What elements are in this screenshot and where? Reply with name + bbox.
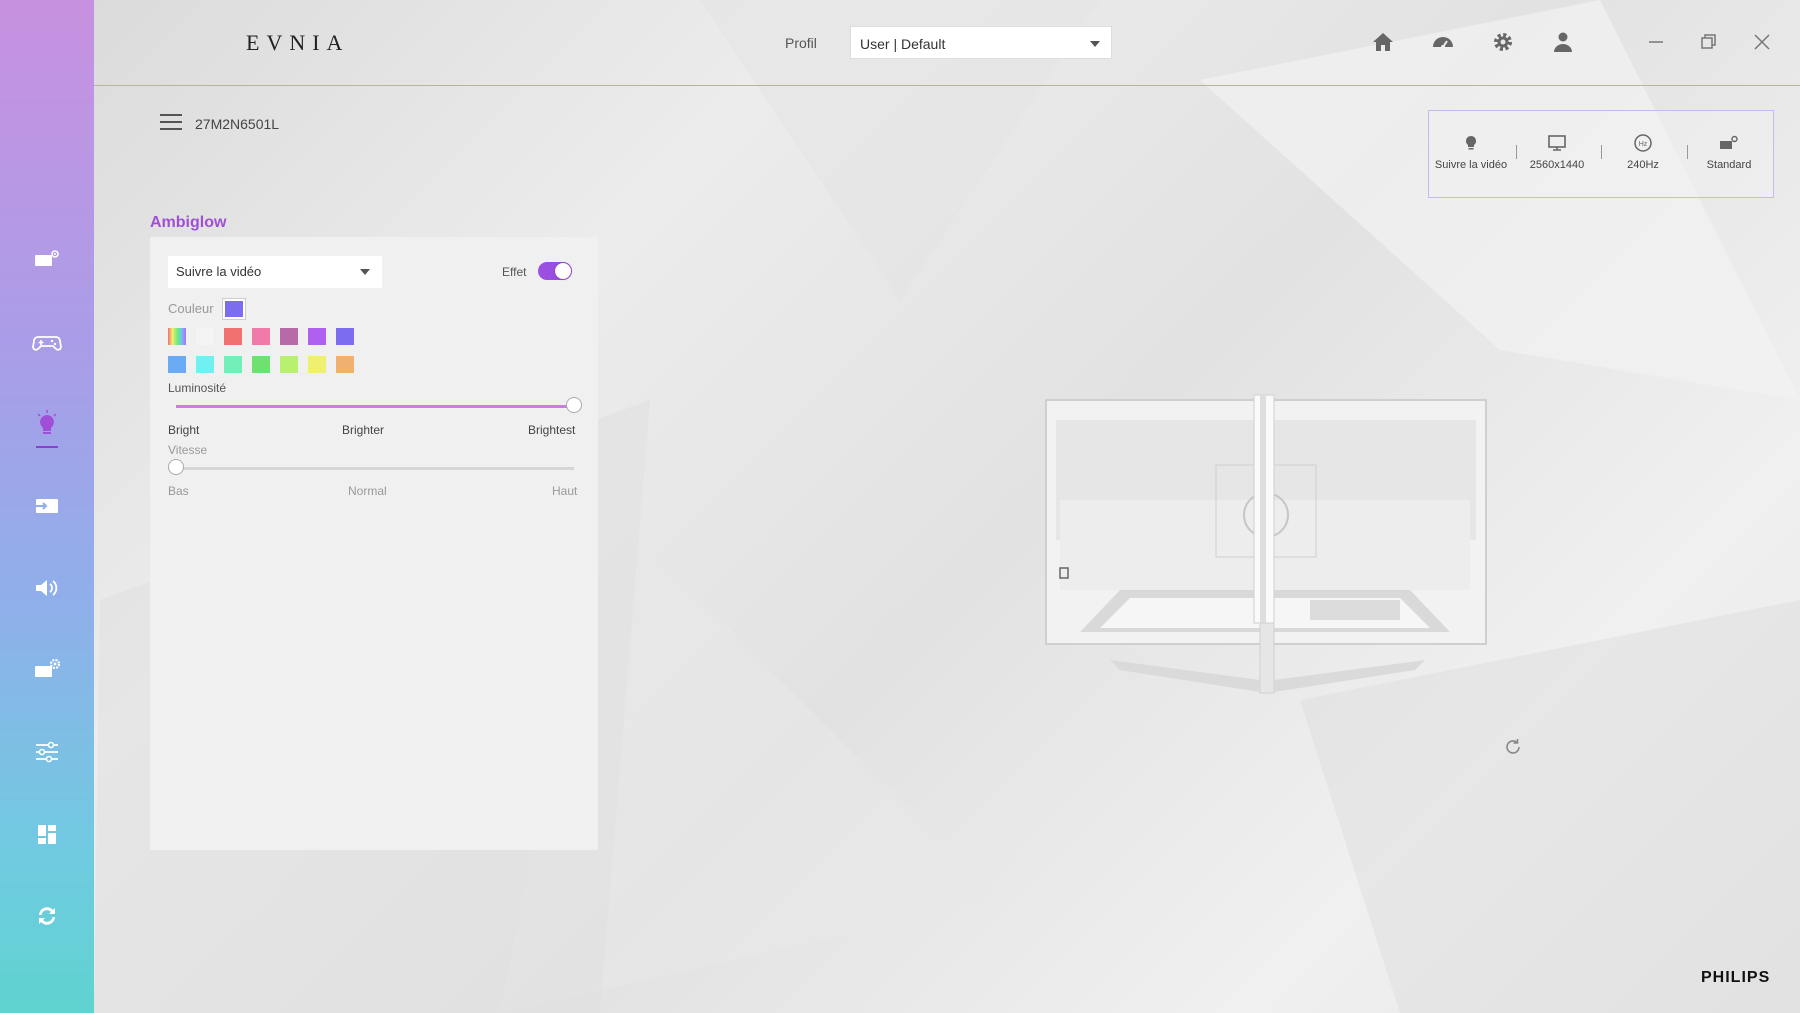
vitesse-label: Vitesse <box>168 443 208 457</box>
top-bar: EVNIA Profil User | Default <box>94 0 1800 86</box>
vitesse-slider-thumb[interactable] <box>168 459 184 475</box>
luminosite-label: Luminosité <box>168 381 227 395</box>
gamepad-icon <box>32 336 62 351</box>
close-button[interactable] <box>1748 28 1776 56</box>
speaker-icon <box>36 580 58 596</box>
monitor-rear-view <box>1045 394 1487 694</box>
status-refresh-rate: Hz 240Hz <box>1603 133 1683 171</box>
sidebar-item-audio[interactable] <box>0 562 94 614</box>
minimize-button[interactable] <box>1642 28 1670 56</box>
luminosite-tick-low: Bright <box>168 423 200 437</box>
gear-icon <box>1494 33 1512 51</box>
gauge-icon <box>1433 37 1453 49</box>
sidebar <box>0 0 94 1013</box>
color-swatch[interactable] <box>196 356 214 373</box>
color-swatch[interactable] <box>224 356 242 373</box>
ambiglow-mode-value: Suivre la vidéo <box>176 264 262 279</box>
color-swatch[interactable] <box>252 328 270 345</box>
input-icon <box>36 499 58 513</box>
profile-dropdown[interactable]: User | Default <box>850 26 1112 59</box>
settings-button[interactable] <box>1489 28 1517 56</box>
current-color-swatch <box>222 298 246 320</box>
vitesse-tick-high: Haut <box>552 484 578 498</box>
chevron-down-icon <box>1090 41 1100 47</box>
menu-button[interactable] <box>160 114 182 132</box>
luminosite-tick-mid: Brighter <box>342 423 385 437</box>
status-summary: Suivre la vidéo 2560x1440 Hz 240Hz Stand… <box>1428 110 1774 198</box>
sidebar-item-ambiglow[interactable] <box>0 398 94 450</box>
app-logo: EVNIA <box>246 30 350 55</box>
hz-icon: Hz <box>1634 134 1652 152</box>
status-picture-mode: Standard <box>1689 133 1769 171</box>
account-button[interactable] <box>1549 28 1577 56</box>
color-swatch[interactable] <box>224 328 242 345</box>
luminosite-tick-high: Brightest <box>528 423 576 437</box>
svg-text:Hz: Hz <box>1639 141 1648 148</box>
restore-button[interactable] <box>1695 28 1723 56</box>
sidebar-item-update[interactable] <box>0 890 94 942</box>
sync-icon <box>39 907 55 925</box>
monitor-gear-icon <box>35 658 61 677</box>
effet-toggle[interactable] <box>538 262 572 280</box>
sidebar-item-adjust[interactable] <box>0 726 94 778</box>
sidebar-item-setup[interactable] <box>0 644 94 696</box>
close-icon <box>1754 34 1770 50</box>
home-button[interactable] <box>1369 28 1397 56</box>
ambiglow-mode-dropdown[interactable]: Suivre la vidéo <box>168 256 382 288</box>
section-title: Ambiglow <box>150 214 227 231</box>
profile-label: Profil <box>785 35 817 51</box>
vitesse-tick-mid: Normal <box>348 484 387 498</box>
color-swatch[interactable] <box>336 356 354 373</box>
user-icon <box>1554 32 1572 52</box>
luminosite-track[interactable] <box>176 405 574 408</box>
color-swatch[interactable] <box>308 356 326 373</box>
sidebar-item-gaming[interactable] <box>0 316 94 368</box>
profile-value: User | Default <box>860 36 946 52</box>
color-swatch-rainbow[interactable] <box>168 328 186 345</box>
sidebar-item-layout[interactable] <box>0 808 94 860</box>
effet-label: Effet <box>502 265 527 279</box>
color-swatch[interactable] <box>280 356 298 373</box>
toggle-knob <box>555 263 571 279</box>
rotate-view-icon[interactable] <box>1502 736 1524 758</box>
status-resolution: 2560x1440 <box>1517 133 1597 171</box>
status-ambiglow: Suivre la vidéo <box>1431 133 1511 171</box>
vitesse-track[interactable] <box>176 467 574 470</box>
minimize-icon <box>1649 41 1663 43</box>
sliders-icon <box>36 741 58 763</box>
color-swatch[interactable] <box>308 328 326 345</box>
performance-button[interactable] <box>1429 28 1457 56</box>
color-swatch[interactable] <box>336 328 354 345</box>
vitesse-tick-low: Bas <box>168 484 189 498</box>
color-swatch[interactable] <box>280 328 298 345</box>
color-swatch[interactable] <box>252 356 270 373</box>
brand-logo: PHILIPS <box>1701 969 1771 986</box>
grid-icon <box>38 825 56 844</box>
bulb-icon <box>37 410 57 434</box>
sidebar-item-input[interactable] <box>0 480 94 532</box>
ambiglow-panel: Suivre la vidéo Effet Couleur Luminosité… <box>150 237 598 850</box>
sidebar-item-picture-mode[interactable] <box>0 234 94 286</box>
device-model: 27M2N6501L <box>195 116 280 132</box>
chevron-down-icon <box>360 269 370 275</box>
color-swatch[interactable] <box>196 328 214 345</box>
home-icon <box>1373 33 1393 51</box>
color-swatch[interactable] <box>168 356 186 373</box>
picture-mode-icon <box>1720 135 1738 149</box>
bulb-icon <box>1466 136 1476 150</box>
monitor-sparkle-icon <box>35 250 59 266</box>
monitor-icon <box>1548 135 1566 151</box>
luminosite-slider-thumb[interactable] <box>566 397 582 413</box>
couleur-label: Couleur <box>168 301 214 316</box>
restore-icon <box>1701 34 1716 49</box>
